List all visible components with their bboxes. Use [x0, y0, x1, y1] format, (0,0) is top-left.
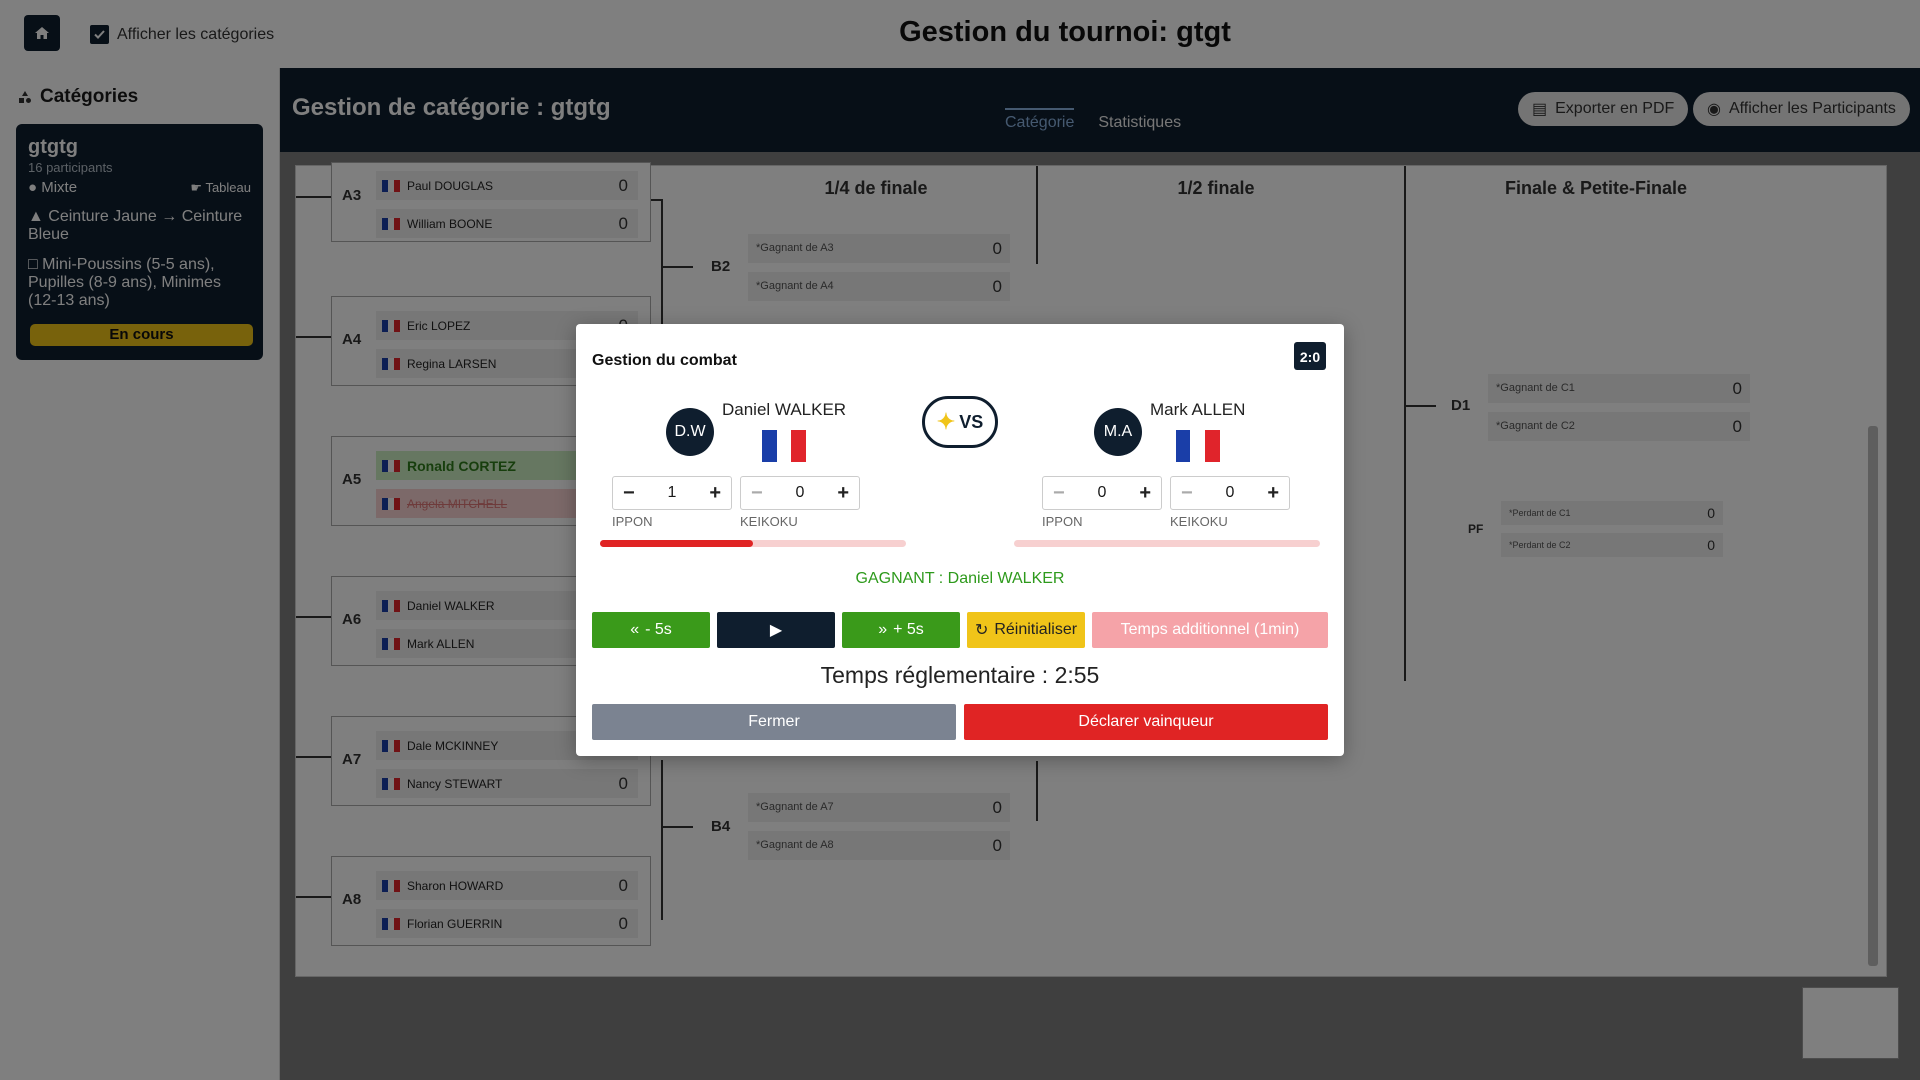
ippon-label: IPPON	[1042, 514, 1083, 529]
ippon-label: IPPON	[612, 514, 653, 529]
plus-button[interactable]: +	[837, 482, 849, 505]
minus-button[interactable]: −	[1053, 482, 1065, 505]
plus-button[interactable]: +	[1267, 482, 1279, 505]
fighter-name: Mark ALLEN	[1150, 400, 1246, 419]
ippon-value: 0	[1097, 484, 1107, 501]
minus-5s-button[interactable]: « - 5s	[592, 612, 710, 648]
play-icon: ▶	[769, 622, 783, 639]
ippon-stepper-2[interactable]: − 0 +	[1042, 476, 1162, 510]
refresh-icon: ↻	[974, 622, 989, 639]
minus-button[interactable]: −	[1181, 482, 1193, 505]
fight-management-modal: Gestion du combat 2:0 D.W Daniel WALKER …	[576, 324, 1344, 756]
extra-time-button[interactable]: Temps additionnel (1min)	[1092, 612, 1328, 648]
ippon-stepper-1[interactable]: − 1 +	[612, 476, 732, 510]
rewind-icon: «	[630, 621, 640, 638]
avatar: D.W	[666, 408, 714, 456]
declare-winner-button[interactable]: Déclarer vainqueur	[964, 704, 1328, 740]
reset-button[interactable]: ↻ Réinitialiser	[967, 612, 1085, 648]
keikoku-value: 0	[1225, 484, 1235, 501]
minus-5s-label: - 5s	[645, 621, 672, 638]
fighter-name: Daniel WALKER	[722, 400, 847, 419]
fast-forward-icon: »	[878, 621, 888, 638]
flag-fr-icon	[1175, 430, 1220, 462]
timer-display: Temps réglementaire : 2:55	[820, 662, 1100, 688]
keikoku-label: KEIKOKU	[1170, 514, 1228, 529]
fighter-2: M.A Mark ALLEN	[1094, 400, 1245, 462]
avatar: M.A	[1094, 408, 1142, 456]
fighter-1-progress	[600, 540, 906, 547]
modal-title: Gestion du combat	[592, 352, 737, 369]
reset-label: Réinitialiser	[994, 621, 1078, 638]
flag-fr-icon	[762, 430, 807, 462]
ippon-value: 1	[667, 484, 677, 501]
scoreboard-icon[interactable]: 2:0	[1294, 342, 1326, 370]
close-button[interactable]: Fermer	[592, 704, 956, 740]
keikoku-stepper-1[interactable]: − 0 +	[740, 476, 860, 510]
keikoku-value: 0	[795, 484, 805, 501]
play-button[interactable]: ▶	[717, 612, 835, 648]
minus-button[interactable]: −	[751, 482, 763, 505]
extra-time-label: Temps additionnel (1min)	[1120, 621, 1300, 638]
keikoku-stepper-2[interactable]: − 0 +	[1170, 476, 1290, 510]
fighter-2-progress	[1014, 540, 1320, 547]
keikoku-label: KEIKOKU	[740, 514, 798, 529]
plus-button[interactable]: +	[709, 482, 721, 505]
plus-5s-button[interactable]: » + 5s	[842, 612, 960, 648]
plus-5s-label: + 5s	[893, 621, 924, 638]
progress-fill	[600, 540, 753, 547]
fighter-1: D.W Daniel WALKER	[666, 400, 846, 462]
plus-button[interactable]: +	[1139, 482, 1151, 505]
winner-text: GAGNANT : Daniel WALKER	[855, 570, 1065, 587]
vs-label: VS	[959, 411, 984, 432]
karate-icon: ✦	[936, 409, 956, 434]
minus-button[interactable]: −	[623, 482, 635, 505]
vs-badge: ✦ VS	[922, 396, 998, 448]
